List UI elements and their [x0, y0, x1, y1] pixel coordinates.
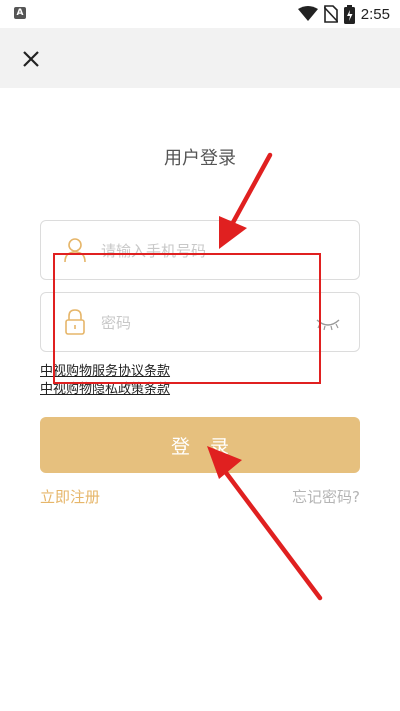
register-link[interactable]: 立即注册	[40, 486, 100, 507]
status-icons: 2:55	[297, 4, 390, 24]
app-notification-icon: A	[14, 7, 26, 19]
login-content	[0, 88, 400, 711]
no-sim-icon	[323, 5, 338, 23]
status-bar: A 2:55	[0, 0, 400, 28]
status-time: 2:55	[360, 5, 390, 23]
battery-icon	[343, 4, 355, 24]
close-icon[interactable]	[18, 46, 44, 72]
page-title: 用户登录	[164, 148, 236, 169]
annotation-highlight-box	[53, 253, 321, 384]
login-button[interactable]: 登录	[40, 417, 360, 473]
top-toolbar	[0, 28, 400, 88]
forgot-password-link[interactable]: 忘记密码?	[292, 486, 360, 507]
wifi-icon	[297, 6, 318, 21]
